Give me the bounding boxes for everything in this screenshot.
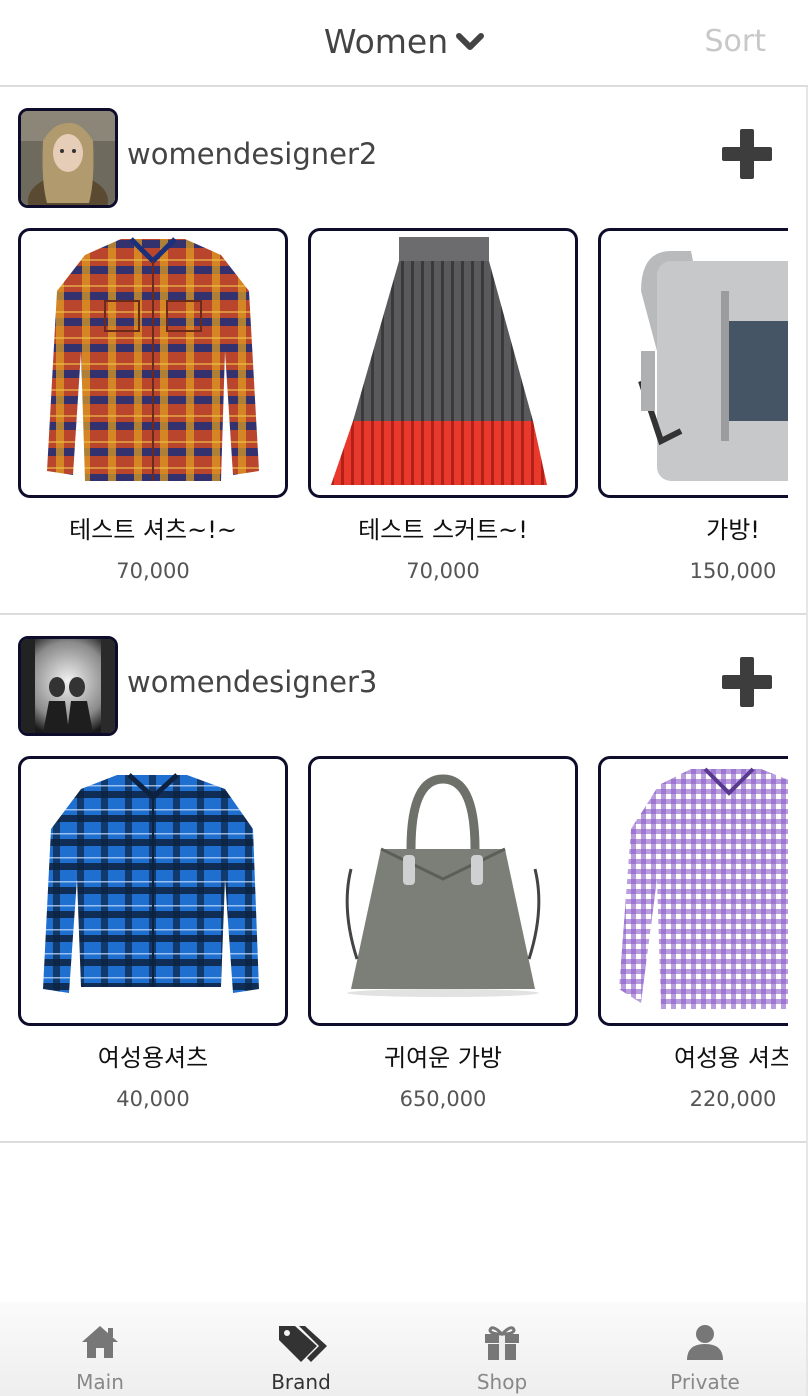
designer-name[interactable]: womendesigner2 <box>127 137 377 171</box>
chevron-down-icon <box>456 21 485 60</box>
user-icon <box>685 1322 725 1362</box>
top-bar: Women Sort <box>0 0 808 87</box>
product-price: 650,000 <box>399 1087 487 1111</box>
designer-name[interactable]: womendesigner3 <box>127 665 377 699</box>
product-card[interactable]: 여성용 셔츠 220,000 <box>598 756 788 1111</box>
product-image-blue-plaid-shirt[interactable] <box>18 756 288 1026</box>
product-card[interactable]: 테스트 셔츠~!~ 70,000 <box>18 228 288 583</box>
tab-label: Private <box>670 1370 740 1394</box>
product-image-gingham-shirt[interactable] <box>598 756 788 1026</box>
tab-label: Brand <box>271 1370 331 1394</box>
product-name: 가방! <box>706 516 760 544</box>
tags-icon <box>279 1322 327 1362</box>
product-price: 40,000 <box>116 1087 190 1111</box>
product-image-handbag[interactable] <box>308 756 578 1026</box>
follow-plus-button[interactable] <box>722 129 772 179</box>
tab-private[interactable]: Private <box>605 1302 805 1396</box>
tab-main[interactable]: Main <box>0 1302 200 1396</box>
follow-plus-button[interactable] <box>722 657 772 707</box>
tab-label: Main <box>76 1370 124 1394</box>
category-title: Women <box>323 22 449 61</box>
product-carousel[interactable]: 테스트 셔츠~!~ 70,000 테스트 스커트~! 70,000 가방! 15… <box>18 228 788 598</box>
product-card[interactable]: 가방! 150,000 <box>598 228 788 583</box>
product-card[interactable]: 여성용셔츠 40,000 <box>18 756 288 1111</box>
product-card[interactable]: 귀여운 가방 650,000 <box>308 756 578 1111</box>
product-image-backpack[interactable] <box>598 228 788 498</box>
designer-section: womendesigner3 여성용셔츠 40,000 귀여운 가방 650,0… <box>0 615 806 1143</box>
home-icon <box>80 1322 120 1362</box>
product-carousel[interactable]: 여성용셔츠 40,000 귀여운 가방 650,000 여성용 셔츠 220,0… <box>18 756 788 1126</box>
gift-icon <box>482 1322 522 1362</box>
avatar[interactable] <box>18 636 118 736</box>
product-name: 테스트 셔츠~!~ <box>69 516 237 544</box>
avatar[interactable] <box>18 108 118 208</box>
designer-section: womendesigner2 테스트 셔츠~!~ 70,000 테스트 스커트~… <box>0 87 806 615</box>
bottom-tab-bar: Main Brand Shop Private <box>0 1302 806 1396</box>
product-price: 70,000 <box>406 559 480 583</box>
product-price: 70,000 <box>116 559 190 583</box>
plus-icon-bar <box>740 129 754 179</box>
product-name: 테스트 스커트~! <box>358 516 528 544</box>
sort-button[interactable]: Sort <box>705 24 767 59</box>
product-name: 귀여운 가방 <box>383 1044 503 1072</box>
product-image-pleated-skirt[interactable] <box>308 228 578 498</box>
plus-icon-bar <box>740 657 754 707</box>
product-price: 220,000 <box>689 1087 777 1111</box>
tab-brand[interactable]: Brand <box>201 1302 401 1396</box>
tab-label: Shop <box>476 1370 528 1394</box>
product-price: 150,000 <box>689 559 777 583</box>
product-image-plaid-shirt[interactable] <box>18 228 288 498</box>
tab-shop[interactable]: Shop <box>402 1302 602 1396</box>
product-name: 여성용 셔츠 <box>673 1044 788 1072</box>
product-name: 여성용셔츠 <box>97 1044 209 1072</box>
product-card[interactable]: 테스트 스커트~! 70,000 <box>308 228 578 583</box>
category-dropdown[interactable]: Women <box>0 22 808 61</box>
